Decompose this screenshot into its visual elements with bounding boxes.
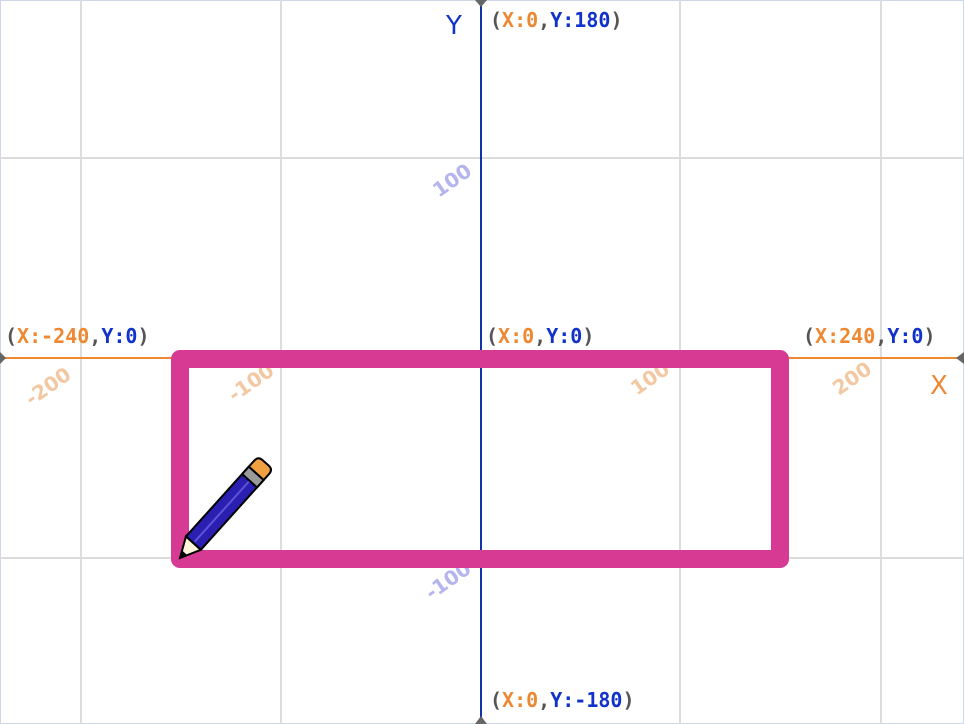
stage-graphic: -200 -100 100 200 100 -100 Y X (X:0,Y:18… xyxy=(0,0,964,724)
coord-label-bottom: (X:0,Y:-180) xyxy=(490,688,635,712)
y-axis-name: Y xyxy=(445,11,462,41)
x-axis-name: X xyxy=(930,371,948,401)
coord-label-left: (X:-240,Y:0) xyxy=(5,324,150,348)
stage-canvas: -200 -100 100 200 100 -100 Y X (X:0,Y:18… xyxy=(0,0,964,724)
coord-label-origin: (X:0,Y:0) xyxy=(486,324,594,348)
coord-label-right: (X:240,Y:0) xyxy=(803,324,935,348)
coord-label-top: (X:0,Y:180) xyxy=(490,8,622,32)
